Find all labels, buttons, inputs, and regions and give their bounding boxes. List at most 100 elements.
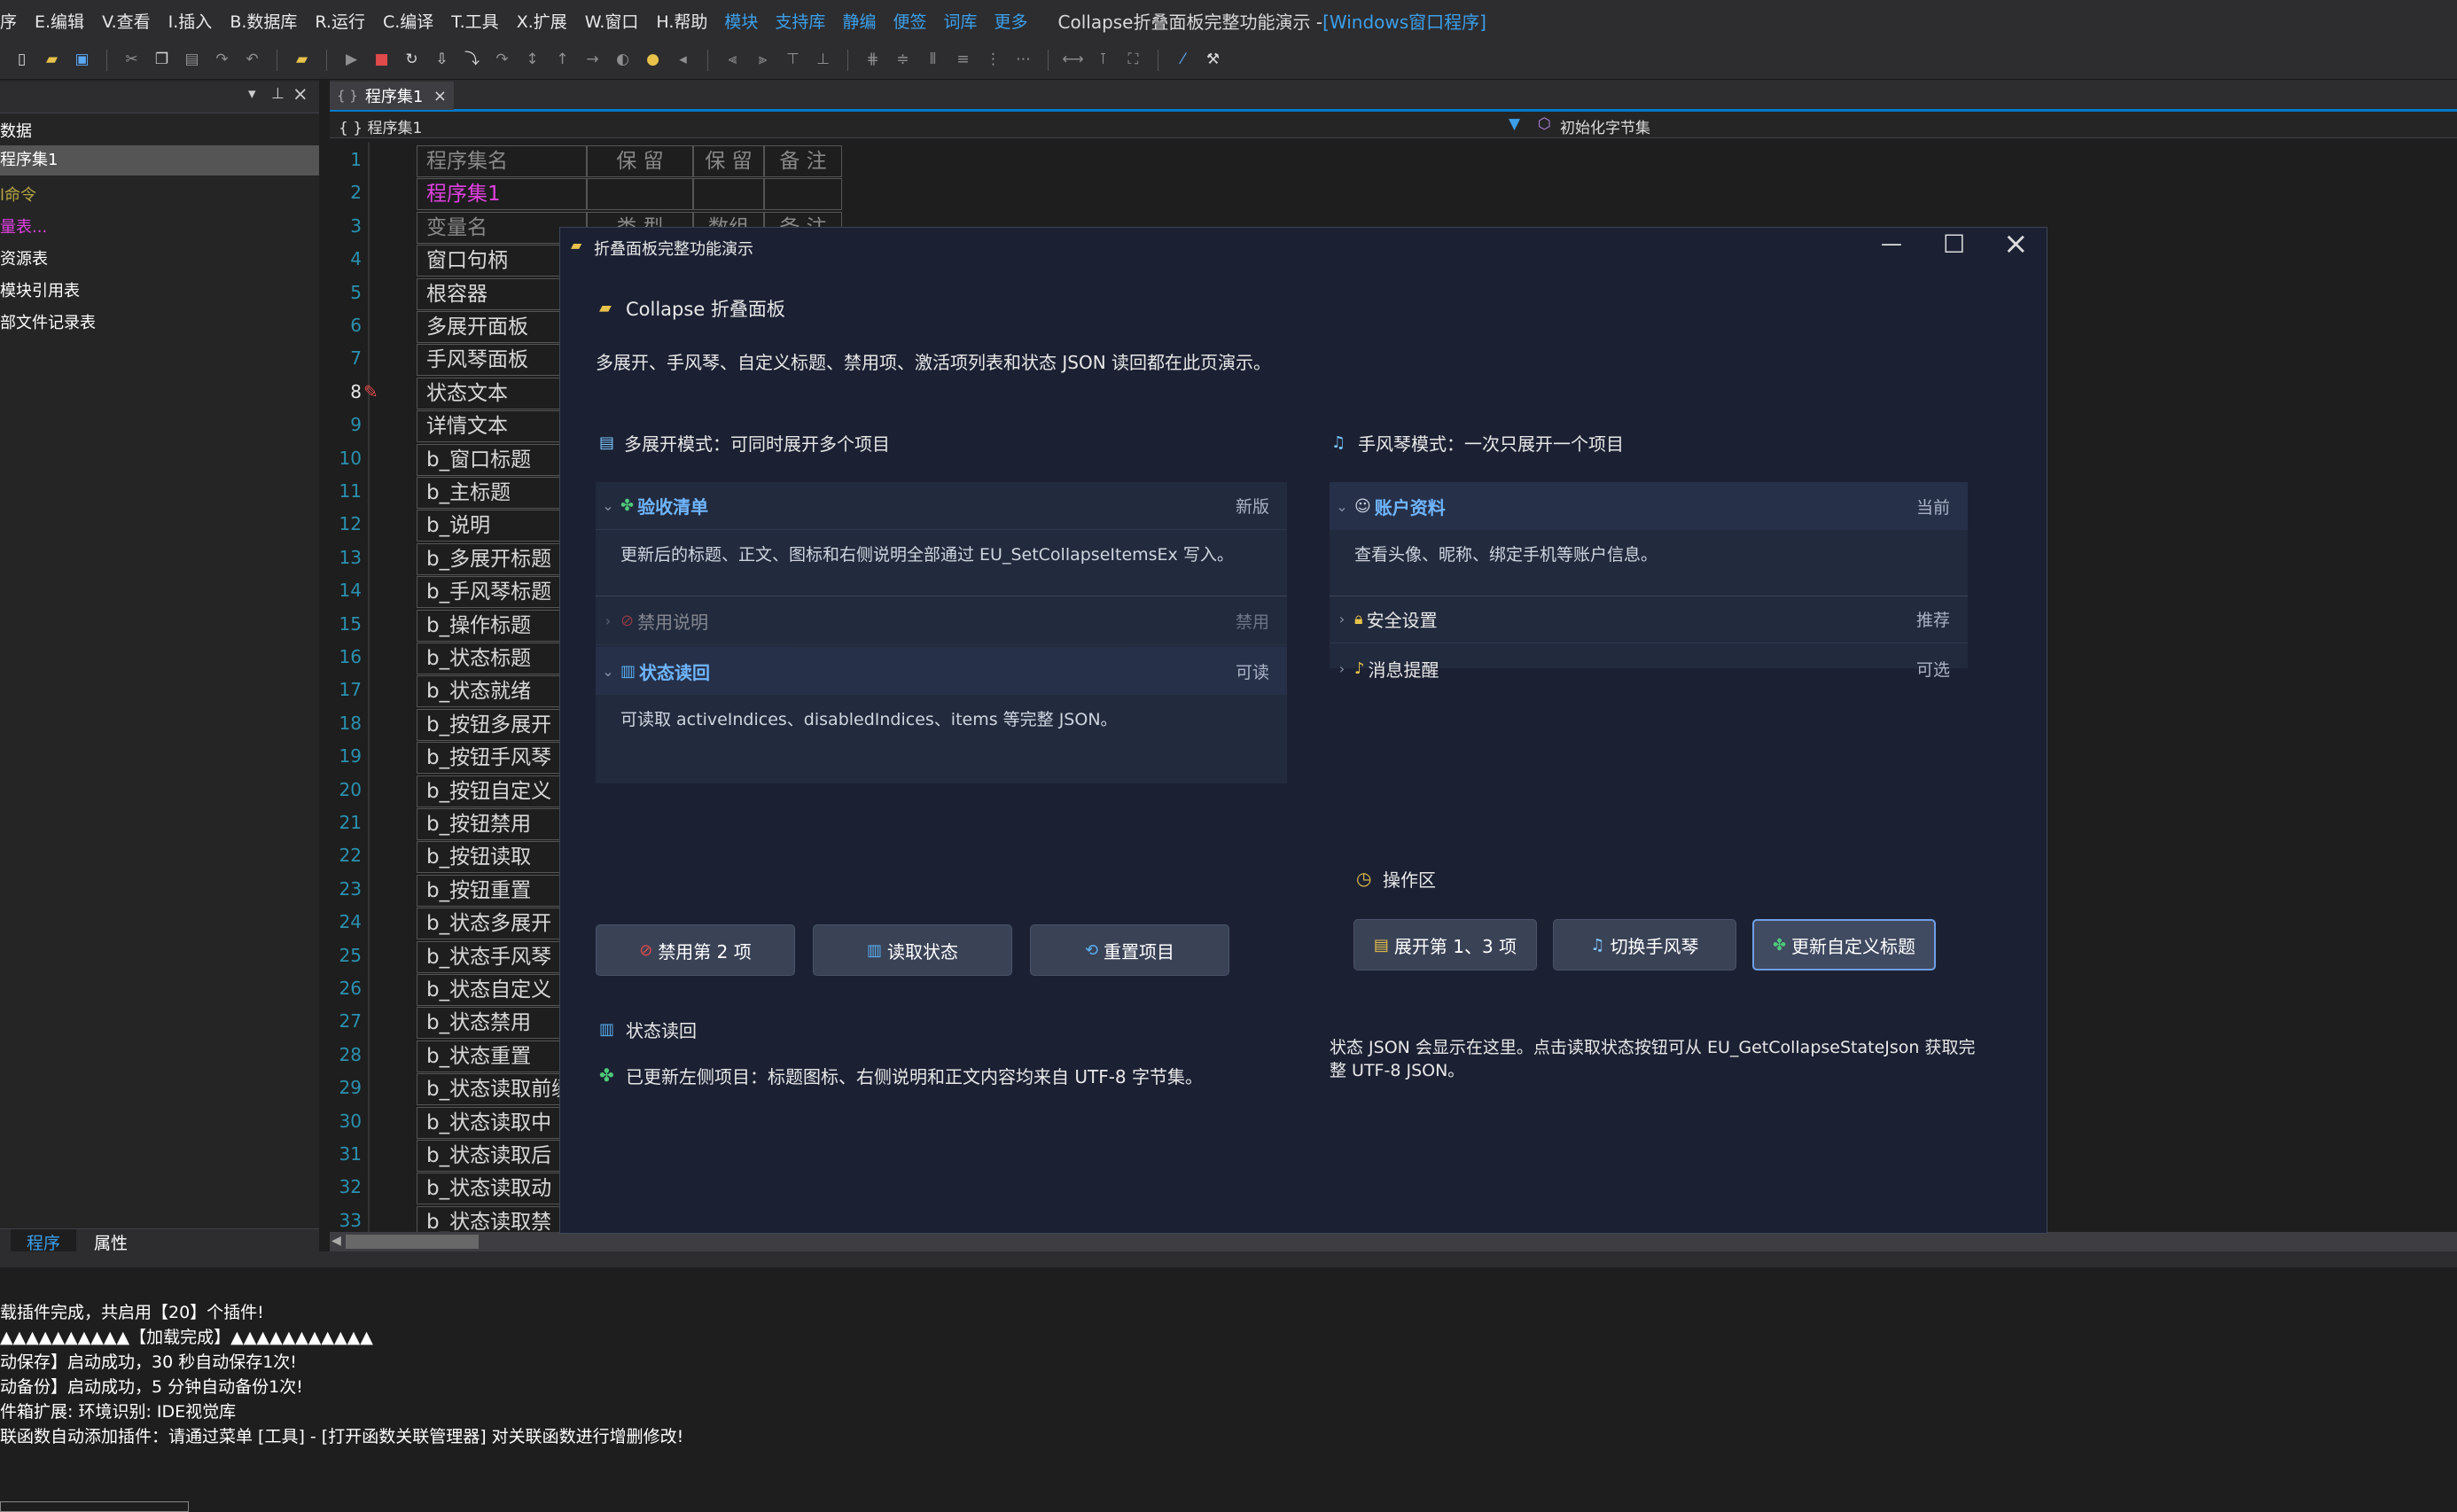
compile-icon[interactable]: ⇩ [433,51,451,69]
menu-extend[interactable]: X.扩展 [517,9,567,33]
minimize-button[interactable]: — [1881,231,1902,256]
paste-icon[interactable]: ▤ [183,51,201,69]
undo-icon[interactable]: ↶ [243,51,261,69]
redo-icon[interactable]: ↷ [213,51,231,69]
scroll-left-icon[interactable]: ◀ [332,1234,341,1248]
disable-item-2-button[interactable]: ⊘ 禁用第 2 项 [596,924,795,976]
menu-more[interactable]: 更多 [994,9,1027,33]
table-cell[interactable] [587,178,693,211]
scrollbar-thumb[interactable] [346,1235,479,1249]
menu-tools[interactable]: T.工具 [451,9,498,33]
wand-icon[interactable]: ⁄ [1174,51,1192,69]
window-title-text: 折叠面板完整功能演示 [594,240,753,259]
step-into-icon[interactable]: ⤵ [463,51,481,69]
table-header-cell[interactable]: 保 留 [587,145,693,177]
accordion-item-2-header[interactable]: › 🔒︎ 安全设置 推荐 [1330,596,1968,643]
menu-window[interactable]: W.窗口 [585,9,639,33]
chevron-down-icon: ⌄ [602,662,614,680]
same-height-icon[interactable]: ⊺ [1094,51,1112,69]
run-icon[interactable]: ▶ [342,51,361,69]
step-out-icon[interactable]: ↕ [523,51,542,69]
step-up-icon[interactable]: ↑ [553,51,572,69]
menu-module[interactable]: 模块 [724,9,758,33]
table-cell[interactable] [764,178,842,211]
table-header-cell[interactable]: 备 注 [764,145,842,177]
nav-method[interactable]: 初始化字节集 [1560,115,1650,137]
h-center-icon[interactable]: ⋕ [863,51,882,69]
new-file-icon[interactable]: ▯ [12,51,31,69]
menu-database[interactable]: B.数据库 [230,9,297,33]
folder-icon[interactable]: ▰ [292,51,311,69]
multi-item-1-header[interactable]: ⌄ ✤ 验收清单 新版 [596,482,1287,530]
maximize-button[interactable]: ☐ [1943,230,1965,259]
align-top-icon[interactable]: ⊤ [784,51,802,69]
tree-item-resources[interactable]: 资源表 [0,246,48,269]
distribute-v-icon[interactable]: ≡ [954,51,972,69]
tree-item-external-files[interactable]: 部文件记录表 [0,310,96,333]
close-icon[interactable]: × [292,83,308,105]
align-left-icon[interactable]: ⫷ [723,51,742,69]
menu-view[interactable]: V.查看 [102,9,151,33]
breakpoint-icon[interactable]: ◐ [613,51,632,69]
menu-dictionary[interactable]: 词库 [943,9,977,33]
tab-close-icon[interactable]: × [433,87,447,105]
tree-item-commands[interactable]: l命令 [0,183,36,206]
continue-icon[interactable]: → [583,51,602,69]
reset-items-button[interactable]: ⟲ 重置项目 [1030,924,1229,976]
menu-insert[interactable]: I.插入 [168,9,213,33]
stop-icon[interactable]: ■ [372,51,391,69]
update-custom-title-button[interactable]: ✤ 更新自定义标题 [1752,919,1936,970]
tree-item-data[interactable]: 数据 [0,119,32,142]
nav-scope[interactable]: { } 程序集1 [339,115,422,137]
spacing-v-icon[interactable]: ⋯ [1014,51,1033,69]
nav-dropdown-icon[interactable]: ▼ [1509,115,1520,133]
open-folder-icon[interactable]: ▰ [43,51,61,69]
pin-icon[interactable]: ⊥ [271,85,285,103]
menu-static[interactable]: 静编 [842,9,876,33]
menu-help[interactable]: H.帮助 [656,9,707,33]
save-icon[interactable]: ▣ [73,51,91,69]
menu-support-lib[interactable]: 支持库 [775,9,825,33]
toggle-accordion-button[interactable]: ♫ 切换手风琴 [1553,919,1736,970]
tree-item-program-set[interactable]: 程序集1 [0,145,319,175]
output-line: 动保存】启动成功，30 秒自动保存1次! [0,1352,297,1372]
multi-item-3-header[interactable]: ⌄ ▥ 状态读回 可读 [596,647,1287,695]
same-width-icon[interactable]: ⟷ [1062,51,1083,69]
menu-notes[interactable]: 便签 [893,9,926,33]
table-header-cell[interactable]: 程序集名 [417,145,587,177]
bulb-icon[interactable]: ● [644,51,662,69]
menu-edit[interactable]: E.编辑 [35,9,84,33]
update-custom-title-label: 更新自定义标题 [1791,935,1916,957]
accordion-item-1-header[interactable]: ⌄ ☺ 账户资料 当前 [1330,482,1968,530]
horizontal-scrollbar[interactable] [330,1232,2457,1251]
expand-items-1-3-button[interactable]: ▤ 展开第 1、3 项 [1353,919,1537,970]
restart-icon[interactable]: ↻ [402,51,421,69]
align-right-icon[interactable]: ⫸ [753,51,772,69]
dropdown-arrow-icon[interactable]: ▾ [248,85,256,103]
align-bottom-icon[interactable]: ⊥ [814,51,832,69]
menu-run[interactable]: R.运行 [315,9,365,33]
v-center-icon[interactable]: ≑ [893,51,912,69]
cut-icon[interactable]: ✂ [122,51,141,69]
tree-item-module-refs[interactable]: 模块引用表 [0,278,80,301]
tree-item-variables[interactable]: 量表... [0,214,47,238]
same-size-icon[interactable]: ⛶ [1124,51,1143,69]
folder-open-icon: ▰ [599,299,612,317]
step-over-icon[interactable]: ↷ [493,51,511,69]
bookmark-icon[interactable]: ◂ [674,51,692,69]
tools-icon[interactable]: ⚒ [1204,51,1222,69]
read-state-button[interactable]: ▥ 读取状态 [813,924,1012,976]
copy-icon[interactable]: ❐ [152,51,171,69]
close-button[interactable]: × [2003,226,2029,261]
document-tab[interactable]: { } 程序集1 × [330,82,454,110]
accordion-item-3-header[interactable]: › ♪ 消息提醒 可选 [1330,644,1968,692]
table-header-cell[interactable]: 保 留 [693,145,764,177]
distribute-h-icon[interactable]: ⦀ [924,51,942,69]
menu-compile[interactable]: C.编译 [383,9,433,33]
menu-program[interactable]: 序 [0,9,17,33]
program-set-name[interactable]: 程序集1 [417,178,587,211]
spacing-h-icon[interactable]: ⋮ [984,51,1002,69]
line-number: 27 [339,1010,362,1033]
table-cell[interactable] [693,178,764,211]
window-titlebar[interactable]: ▰ 折叠面板完整功能演示 — ☐ × [560,226,2047,265]
